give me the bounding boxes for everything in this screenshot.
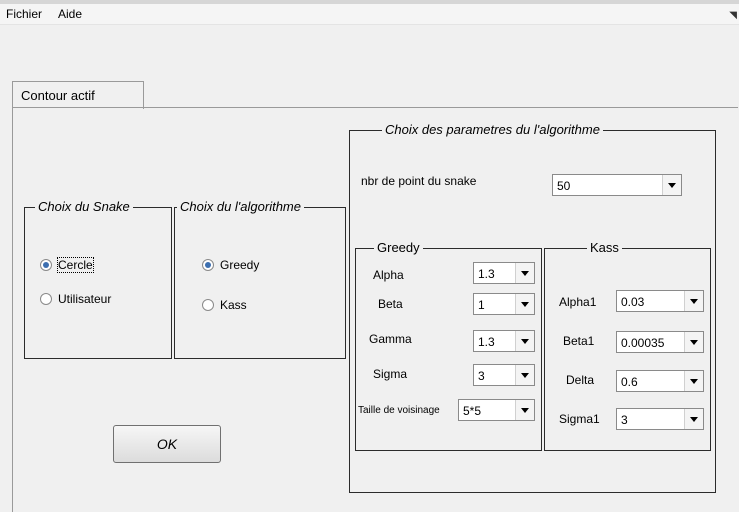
chevron-down-icon <box>515 400 534 420</box>
radio-cercle[interactable]: Cercle <box>40 257 94 273</box>
taille-voisinage-value: 5*5 <box>463 404 482 418</box>
radio-kass-label: Kass <box>220 298 247 312</box>
chevron-down-icon <box>515 294 534 314</box>
radio-unselected-icon <box>40 293 52 305</box>
chevron-down-icon <box>684 409 703 429</box>
alpha1-value: 0.03 <box>621 295 645 309</box>
chevron-down-icon <box>662 175 681 195</box>
ok-button[interactable]: OK <box>113 425 221 463</box>
chevron-down-icon <box>684 371 703 391</box>
menu-bar: Fichier Aide ◥ <box>0 4 739 25</box>
taille-voisinage-select[interactable]: 5*5 <box>458 399 535 421</box>
radio-unselected-icon <box>202 299 214 311</box>
beta-select[interactable]: 1 <box>473 293 535 315</box>
snake-choice-legend: Choix du Snake <box>35 199 133 214</box>
sigma-label: Sigma <box>373 367 408 381</box>
sigma1-select[interactable]: 3 <box>616 408 704 430</box>
sigma1-value: 3 <box>621 413 628 427</box>
alpha-select[interactable]: 1.3 <box>473 262 535 284</box>
radio-greedy[interactable]: Greedy <box>202 258 259 272</box>
chevron-down-icon <box>684 291 703 311</box>
tab-contour-actif[interactable]: Contour actif <box>12 81 144 109</box>
taille-voisinage-label: Taille de voisinage <box>358 405 440 416</box>
nbr-points-value: 50 <box>557 179 571 193</box>
radio-selected-icon <box>202 259 214 271</box>
parameters-legend: Choix des parametres du l'algorithme <box>382 122 603 137</box>
sigma-value: 3 <box>478 369 485 383</box>
nbr-points-label: nbr de point du snake <box>361 174 477 188</box>
chevron-down-icon <box>515 365 534 385</box>
gamma-select[interactable]: 1.3 <box>473 330 535 352</box>
beta1-label: Beta1 <box>563 334 595 348</box>
radio-greedy-label: Greedy <box>220 258 260 272</box>
algorithm-choice-legend: Choix du l'algorithme <box>177 199 304 214</box>
greedy-legend: Greedy <box>374 240 423 255</box>
gamma-value: 1.3 <box>478 335 495 349</box>
alpha1-select[interactable]: 0.03 <box>616 290 704 312</box>
beta-value: 1 <box>478 298 485 312</box>
snake-choice-group: Choix du Snake <box>24 199 172 359</box>
tab-label: Contour actif <box>21 88 95 103</box>
chevron-down-icon <box>684 332 703 352</box>
chevron-down-icon <box>515 331 534 351</box>
delta-select[interactable]: 0.6 <box>616 370 704 392</box>
sigma1-label: Sigma1 <box>559 412 600 426</box>
delta-value: 0.6 <box>621 375 638 389</box>
radio-kass[interactable]: Kass <box>202 298 247 312</box>
delta-label: Delta <box>566 373 595 387</box>
radio-utilisateur-label: Utilisateur <box>58 292 112 306</box>
beta1-value: 0.00035 <box>621 336 665 350</box>
radio-cercle-label: Cercle <box>57 257 94 273</box>
nbr-points-select[interactable]: 50 <box>552 174 682 196</box>
alpha-label: Alpha <box>373 268 404 282</box>
menu-fichier[interactable]: Fichier <box>6 7 42 21</box>
kass-legend: Kass <box>587 240 622 255</box>
window-corner-icon: ◥ <box>729 10 737 21</box>
gamma-label: Gamma <box>369 332 412 346</box>
menu-aide[interactable]: Aide <box>58 7 82 21</box>
sigma-select[interactable]: 3 <box>473 364 535 386</box>
beta-label: Beta <box>378 297 403 311</box>
alpha1-label: Alpha1 <box>559 295 597 309</box>
radio-utilisateur[interactable]: Utilisateur <box>40 292 111 306</box>
chevron-down-icon <box>515 263 534 283</box>
beta1-select[interactable]: 0.00035 <box>616 331 704 353</box>
radio-selected-icon <box>40 259 52 271</box>
alpha-value: 1.3 <box>478 267 495 281</box>
algorithm-choice-group: Choix du l'algorithme <box>174 199 346 359</box>
